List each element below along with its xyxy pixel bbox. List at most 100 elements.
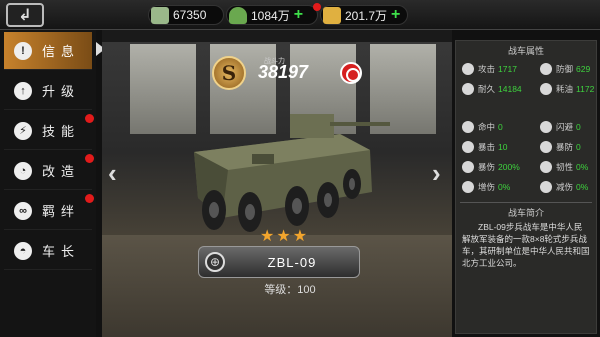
stat-value: 0 [576, 122, 581, 132]
stat-label: 减伤 [556, 182, 574, 192]
vehicle-name-plate: ⊕ ZBL-09 [198, 246, 360, 278]
stat-damage-reduction: 减伤 0% [540, 178, 600, 196]
rank-badge: S [212, 56, 246, 90]
attack-icon [462, 63, 474, 75]
sidebar-item-label: 改造 [42, 164, 81, 179]
back-button[interactable]: ↲ [6, 3, 44, 27]
commander-icon: ◓ [14, 241, 32, 260]
stat-label: 攻击 [478, 64, 496, 74]
stat-value: 0% [576, 182, 589, 192]
star-icon: ★ [276, 228, 291, 245]
modify-alert-dot [85, 154, 94, 163]
add-gold-button[interactable]: + [391, 7, 400, 23]
fuel-icon [540, 83, 552, 95]
sidebar-item-label: 信息 [42, 44, 81, 59]
stat-label: 防御 [556, 64, 574, 74]
oil-counter: 1084万 + [226, 3, 321, 25]
sidebar-item-upgrade[interactable]: ↑ 升级 [4, 72, 92, 110]
sidebar-item-label: 技能 [42, 124, 81, 139]
sidebar-item-skill[interactable]: ⚡ 技能 [4, 112, 94, 150]
vehicle-level: 等级：100 [264, 284, 316, 296]
stat-crit-defense: 暴防 0 [540, 138, 600, 156]
stat-toughness: 韧性 0% [540, 158, 600, 176]
bond-icon: ∞ [14, 201, 32, 220]
next-vehicle-button[interactable]: › [432, 158, 441, 189]
bond-alert-dot [85, 194, 94, 203]
back-arrow-icon: ↲ [18, 7, 32, 24]
stat-defense: 防御 629 [540, 60, 600, 78]
stat-value: 1717 [498, 64, 517, 74]
sidebar-item-label: 升级 [42, 84, 81, 99]
stat-label: 耐久 [478, 84, 496, 94]
star-icon: ★ [292, 228, 308, 245]
oil-alert-dot [313, 3, 321, 11]
cash-icon [151, 7, 169, 24]
stat-durability: 耐久 14184 [462, 80, 540, 98]
power-value: 38197 [258, 62, 309, 82]
stat-label: 暴伤 [478, 162, 496, 172]
stat-value: 0% [498, 182, 511, 192]
stat-hit: 命中 0 [462, 118, 540, 136]
toughness-icon [540, 161, 552, 173]
stat-value: 14184 [498, 84, 522, 94]
sidebar-item-label: 羁绊 [42, 204, 81, 219]
stat-crit-damage: 暴伤 200% [462, 158, 540, 176]
sidebar-item-modify[interactable]: ◔ 改造 [4, 152, 94, 190]
stat-label: 韧性 [556, 162, 574, 172]
top-bar: ↲ 67350 1084万 + 201.7万 + [0, 0, 600, 30]
upgrade-icon: ↑ [14, 81, 32, 100]
add-oil-button[interactable]: + [294, 7, 303, 23]
stat-label: 闪避 [556, 122, 574, 132]
zoom-in-button[interactable]: ⊕ [205, 252, 225, 272]
stat-value: 0 [576, 142, 581, 152]
stat-value: 1172 [576, 84, 595, 94]
star-rating: ★ ★ ★ [260, 226, 307, 246]
stat-label: 增伤 [478, 182, 496, 192]
star-icon: ★ [260, 228, 275, 245]
cash-counter: 67350 [148, 5, 224, 25]
crit-defense-icon [540, 141, 552, 153]
hit-icon [462, 121, 474, 133]
stat-value: 629 [576, 64, 591, 74]
stats-grid: 攻击 1717 防御 629 耐久 14184 耗油 1172 命中 0 闪避 0 暴击 10… [456, 58, 596, 196]
stat-label: 命中 [478, 122, 496, 132]
vehicle-description: ZBL-09步兵战车是中华人民解放军装备的一款8×8轮式步兵战车，其研制单位是中… [462, 222, 590, 268]
defense-icon [540, 63, 552, 75]
stat-dodge: 闪避 0 [540, 118, 600, 136]
prev-vehicle-button[interactable]: ‹ [108, 158, 117, 189]
stat-label: 耗油 [556, 84, 574, 94]
damage-bonus-icon [462, 181, 474, 193]
vehicle-stats-panel: 战车属性 攻击 1717 防御 629 耐久 14184 耗油 1172 命中 0 闪避 0… [455, 40, 597, 334]
stat-attack: 攻击 1717 [462, 60, 540, 78]
stat-value: 10 [498, 142, 508, 152]
gold-counter: 201.7万 + [320, 5, 408, 25]
stat-crit: 暴击 10 [462, 138, 540, 156]
info-icon: ! [14, 41, 32, 60]
stats-title: 战车属性 [507, 46, 544, 56]
crit-damage-icon [462, 161, 474, 173]
durability-icon [462, 83, 474, 95]
sidebar-item-commander[interactable]: ◓ 车长 [4, 232, 92, 270]
sidebar-item-bond[interactable]: ∞ 羁绊 [4, 192, 94, 230]
gold-bars-icon [323, 7, 341, 24]
stat-label: 暴击 [478, 142, 496, 152]
dodge-icon [540, 121, 552, 133]
sidebar: ! 信息 ↑ 升级 ⚡ 技能 ◔ 改造 ∞ 羁绊 ◓ 车长 [0, 30, 96, 337]
oil-barrel-icon [229, 7, 247, 24]
skill-alert-dot [85, 114, 94, 123]
skill-icon: ⚡ [14, 121, 32, 140]
damage-reduction-icon [540, 181, 552, 193]
cash-value: 67350 [173, 8, 207, 22]
stat-value: 200% [498, 162, 520, 172]
gold-value: 201.7万 [345, 8, 388, 23]
stat-damage-bonus: 增伤 0% [462, 178, 540, 196]
modify-icon: ◔ [14, 161, 32, 180]
stat-fuel: 耗油 1172 [540, 80, 600, 98]
stat-value: 0 [498, 122, 503, 132]
vehicle-name: ZBL-09 [267, 254, 317, 270]
sidebar-item-info[interactable]: ! 信息 [4, 32, 92, 70]
stat-label: 暴防 [556, 142, 574, 152]
target-icon[interactable] [340, 62, 362, 84]
description-title: 战车简介 [507, 208, 544, 218]
crit-icon [462, 141, 474, 153]
